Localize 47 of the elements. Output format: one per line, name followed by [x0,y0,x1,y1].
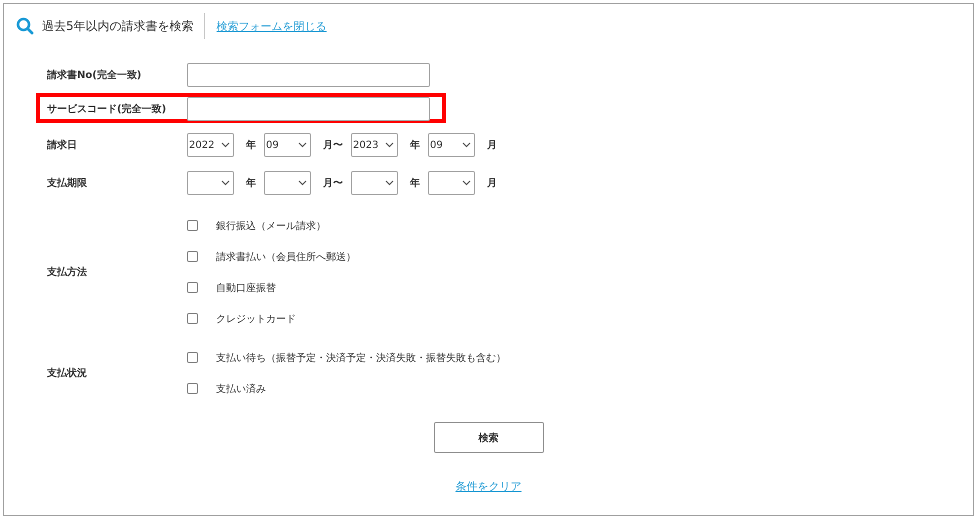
checkbox[interactable] [187,352,198,363]
input-field[interactable] [187,97,430,121]
option-label: 請求書払い（会員住所へ郵送） [216,250,356,264]
select-field[interactable] [187,171,234,195]
unit-label: 月〜 [323,177,343,190]
unit-label: 月 [487,139,497,152]
select-field[interactable]: 2022 [187,133,234,157]
unit-label: 年 [246,138,256,152]
checkbox[interactable] [187,383,198,394]
checkbox[interactable] [187,282,198,293]
chevron-icon [385,180,394,186]
field-label: 支払方法 [47,265,88,279]
input-field[interactable] [187,63,430,87]
select-field[interactable] [351,171,398,195]
chevron-icon [298,142,307,148]
option-label: 銀行振込（メール請求） [216,220,326,232]
unit-label: 月 [487,177,497,190]
unit-label: 年 [410,176,420,190]
select-field[interactable] [264,171,311,195]
option-label: 支払い済み [216,382,266,396]
option-label: クレジットカード [216,312,296,326]
checkbox[interactable] [187,313,198,324]
form-title: 過去5年以内の請求書を検索 [42,13,205,39]
select-field[interactable]: 09 [264,133,311,157]
unit-label: 年 [410,138,420,152]
chevron-icon [221,180,230,186]
field-label: 支払期限 [47,176,88,190]
select-field[interactable]: 09 [428,133,475,157]
option-label: 支払い待ち（振替予定・決済予定・決済失敗・振替失敗も含む） [216,352,506,364]
field-label: 請求日 [47,138,78,152]
search-button[interactable]: 検索 [434,422,544,453]
unit-label: 月〜 [323,139,343,152]
select-field[interactable]: 2023 [351,133,398,157]
field-label: 支払状況 [47,366,88,380]
chevron-icon [462,180,471,186]
unit-label: 年 [246,176,256,190]
chevron-icon [298,180,307,186]
checkbox[interactable] [187,251,198,262]
chevron-icon [221,142,230,148]
select-field[interactable] [428,171,475,195]
checkbox[interactable] [187,220,198,231]
search-icon [16,17,34,35]
chevron-icon [385,142,394,148]
field-label: 請求書No(完全一致) [47,68,142,82]
option-label: 自動口座振替 [216,282,276,294]
chevron-icon [462,142,471,148]
field-label: サービスコード(完全一致) [47,102,168,116]
